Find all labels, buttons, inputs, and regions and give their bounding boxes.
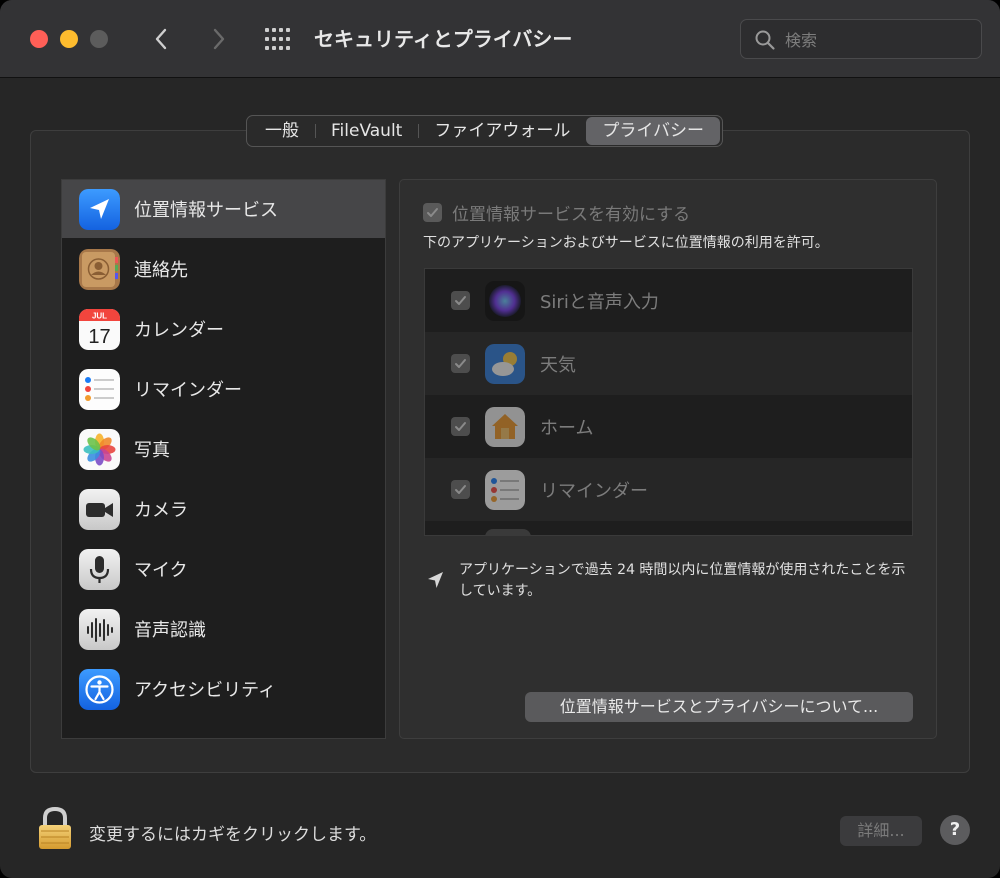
sidebar-item-contacts[interactable]: 連絡先 bbox=[62, 240, 385, 298]
location-usage-text: アプリケーションで過去 24 時間以内に位置情報が使用されたことを示しています。 bbox=[459, 562, 906, 599]
help-button[interactable]: ? bbox=[940, 815, 970, 845]
sidebar-item-label: カレンダー bbox=[134, 320, 224, 341]
back-button[interactable] bbox=[147, 24, 177, 54]
details-button[interactable]: 詳細... bbox=[840, 816, 922, 846]
calendar-month: JUL bbox=[92, 311, 107, 320]
tab-general[interactable]: 一般 bbox=[249, 116, 315, 146]
photos-icon bbox=[79, 428, 120, 470]
title-bar: セキュリティとプライバシー bbox=[0, 0, 1000, 78]
sidebar-item-accessibility[interactable]: アクセシビリティ bbox=[62, 660, 385, 718]
app-checkbox[interactable] bbox=[451, 354, 470, 373]
sidebar-item-label: カメラ bbox=[134, 500, 188, 521]
sidebar-item-photos[interactable]: 写真 bbox=[62, 420, 385, 478]
app-row-label: リマインダー bbox=[540, 481, 648, 502]
reminders-icon bbox=[79, 368, 120, 410]
sidebar-item-label: マイク bbox=[134, 560, 188, 581]
contacts-icon bbox=[79, 248, 120, 290]
lock-icon bbox=[39, 806, 71, 849]
sidebar-item-label: リマインダー bbox=[134, 380, 242, 401]
lock-button[interactable] bbox=[36, 806, 74, 850]
sidebar-item-reminders[interactable]: リマインダー bbox=[62, 360, 385, 418]
app-checkbox[interactable] bbox=[451, 480, 470, 499]
app-row-partial bbox=[425, 521, 912, 535]
app-row-siri[interactable]: Siriと音声入力 bbox=[425, 269, 912, 332]
tab-bar: 一般 FileVault ファイアウォール プライバシー bbox=[246, 115, 724, 147]
checkmark-icon bbox=[455, 422, 466, 431]
sidebar-item-microphone[interactable]: マイク bbox=[62, 540, 385, 598]
checkmark-icon bbox=[455, 296, 466, 305]
tab-privacy[interactable]: プライバシー bbox=[586, 117, 721, 145]
app-row-label: ホーム bbox=[540, 418, 594, 439]
minimize-button[interactable] bbox=[60, 30, 78, 48]
location-arrow-icon bbox=[428, 572, 443, 588]
app-row-reminders[interactable]: リマインダー bbox=[425, 458, 912, 521]
sidebar-item-label: 写真 bbox=[134, 440, 170, 461]
sidebar-item-location-services[interactable]: 位置情報サービス bbox=[62, 180, 385, 238]
weather-icon bbox=[485, 344, 525, 384]
camera-icon bbox=[79, 488, 120, 530]
calendar-icon: JUL 17 bbox=[79, 308, 120, 350]
privacy-category-list[interactable]: 位置情報サービス 連絡先 JUL 17 カレンダー リマインダー 写真 カメラ … bbox=[61, 179, 386, 739]
tab-filevault[interactable]: FileVault bbox=[315, 116, 418, 146]
siri-icon bbox=[485, 281, 525, 321]
microphone-icon bbox=[79, 548, 120, 590]
app-row-label: Siriと音声入力 bbox=[540, 292, 659, 313]
window-title: セキュリティとプライバシー bbox=[314, 27, 573, 51]
enable-location-services-label: 位置情報サービスを有効にする bbox=[452, 204, 691, 225]
partial-app-icon bbox=[485, 529, 531, 535]
search-icon bbox=[755, 30, 775, 50]
search-field[interactable] bbox=[740, 19, 982, 59]
app-row-label: 天気 bbox=[540, 355, 576, 376]
about-location-privacy-button[interactable]: 位置情報サービスとプライバシーについて... bbox=[525, 692, 913, 722]
zoom-button[interactable] bbox=[90, 30, 108, 48]
reminders-icon bbox=[485, 470, 525, 510]
grid-icon bbox=[265, 28, 290, 50]
sidebar-item-speech-recognition[interactable]: 音声認識 bbox=[62, 600, 385, 658]
sidebar-item-calendar[interactable]: JUL 17 カレンダー bbox=[62, 300, 385, 358]
sidebar-item-camera[interactable]: カメラ bbox=[62, 480, 385, 538]
chevron-right-icon bbox=[213, 28, 225, 50]
lock-instruction: 変更するにはカギをクリックします。 bbox=[89, 825, 377, 845]
accessibility-icon bbox=[79, 668, 120, 710]
home-icon bbox=[485, 407, 525, 447]
location-app-list[interactable]: Siriと音声入力 天気 ホーム リマインダー bbox=[424, 268, 913, 536]
app-checkbox[interactable] bbox=[451, 417, 470, 436]
show-all-button[interactable] bbox=[263, 26, 293, 52]
search-input[interactable] bbox=[785, 28, 965, 52]
sidebar-item-label: 位置情報サービス bbox=[134, 200, 278, 221]
location-description: 下のアプリケーションおよびサービスに位置情報の利用を許可。 bbox=[423, 235, 829, 251]
chevron-left-icon bbox=[155, 28, 167, 50]
checkmark-icon bbox=[455, 485, 466, 494]
location-arrow-icon bbox=[79, 188, 120, 230]
sidebar-item-label: 連絡先 bbox=[134, 260, 188, 281]
sidebar-item-label: 音声認識 bbox=[134, 620, 206, 641]
checkmark-icon bbox=[427, 207, 438, 217]
forward-button[interactable] bbox=[203, 24, 233, 54]
enable-location-services-checkbox[interactable] bbox=[423, 202, 442, 222]
app-checkbox[interactable] bbox=[451, 291, 470, 310]
tab-firewall[interactable]: ファイアウォール bbox=[418, 116, 586, 146]
sidebar-item-label: アクセシビリティ bbox=[134, 680, 277, 701]
speech-recognition-icon bbox=[79, 608, 120, 650]
enable-location-services-row: 位置情報サービスを有効にする bbox=[423, 200, 691, 225]
app-row-weather[interactable]: 天気 bbox=[425, 332, 912, 395]
calendar-day: 17 bbox=[88, 326, 110, 348]
security-privacy-window: セキュリティとプライバシー 一般 FileVault ファイアウォール プライバ… bbox=[0, 0, 1000, 878]
close-button[interactable] bbox=[30, 30, 48, 48]
checkmark-icon bbox=[455, 359, 466, 368]
app-row-home[interactable]: ホーム bbox=[425, 395, 912, 458]
